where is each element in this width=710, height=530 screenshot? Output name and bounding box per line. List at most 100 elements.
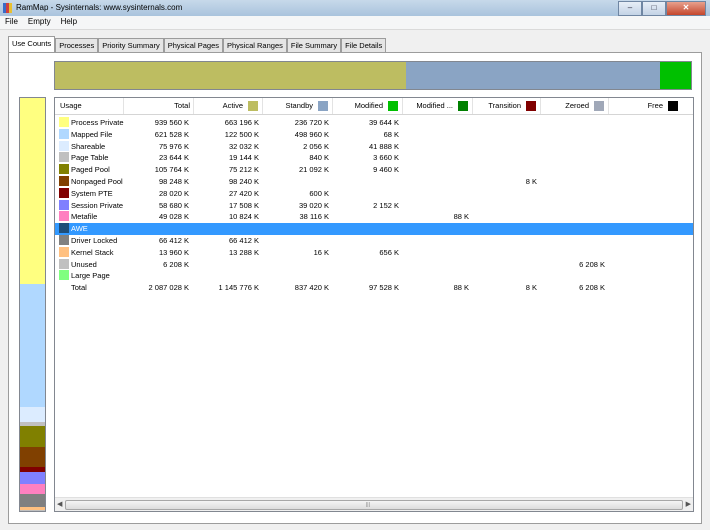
- value-cell: 21 092 K: [298, 165, 329, 175]
- usage-label: Process Private: [71, 118, 124, 127]
- usage-label: System PTE: [71, 188, 113, 198]
- value-cell: 9 460 K: [373, 165, 399, 175]
- usage-label: Metafile: [71, 212, 98, 222]
- column-color-swatch: [526, 101, 536, 111]
- table-row[interactable]: Session Private 58 680 K 17 508 K 39 020 K 2…: [55, 199, 693, 212]
- column-color-swatch: [318, 101, 328, 111]
- usage-label: Large Page: [71, 271, 110, 281]
- table-row[interactable]: Total 2 087 028 K 1 145 776 K 837 420 K 97 5…: [55, 282, 693, 294]
- value-cell: 2 152 K: [373, 200, 399, 210]
- value-cell: 38 116 K: [299, 212, 329, 222]
- value-cell: 97 528 K: [368, 283, 399, 293]
- value-cell: 840 K: [309, 153, 329, 163]
- column-header[interactable]: Standby: [285, 101, 313, 110]
- table-row[interactable]: Page Table 23 644 K 19 144 K 840 K 3 660 K: [55, 152, 693, 164]
- value-cell: 2 056 K: [303, 141, 329, 151]
- value-cell: 28 020 K: [158, 188, 189, 198]
- table-row[interactable]: System PTE 28 020 K 27 420 K 600 K: [55, 187, 693, 200]
- column-header[interactable]: Zeroed: [565, 101, 589, 110]
- menu-empty[interactable]: Empty: [23, 16, 56, 29]
- column-header[interactable]: Modified: [355, 101, 383, 110]
- maximize-button[interactable]: □: [642, 1, 666, 16]
- use-counts-table[interactable]: Usage Total Active Standby Modified Modified …: [54, 97, 694, 512]
- column-divider: [332, 98, 333, 114]
- tab-physical-ranges[interactable]: Physical Ranges: [223, 38, 287, 52]
- value-cell: 837 420 K: [294, 283, 329, 293]
- usage-color-swatch: [59, 128, 69, 139]
- menu-help[interactable]: Help: [56, 16, 82, 29]
- usage-label: Paged Pool: [71, 165, 110, 175]
- value-cell: 8 K: [525, 283, 537, 293]
- value-cell: 41 888 K: [368, 141, 399, 151]
- horizontal-scrollbar[interactable]: ◀ ||| ▶: [55, 497, 693, 511]
- column-header[interactable]: Free: [648, 101, 663, 110]
- value-cell: 27 420 K: [228, 188, 259, 198]
- column-color-swatch: [388, 101, 398, 111]
- scroll-thumb[interactable]: |||: [65, 500, 683, 510]
- column-divider: [262, 98, 263, 114]
- column-header[interactable]: Total: [174, 101, 190, 110]
- value-cell: 16 K: [313, 247, 329, 257]
- value-cell: 68 K: [383, 129, 399, 139]
- value-cell: 13 960 K: [158, 247, 189, 257]
- tab-processes[interactable]: Processes: [55, 38, 99, 52]
- memory-bar-segment: [55, 62, 407, 89]
- menu-file[interactable]: File: [0, 16, 23, 29]
- column-header[interactable]: Modified ...: [416, 101, 453, 110]
- table-row[interactable]: Unused 6 208 K 6 208 K: [55, 258, 693, 271]
- column-divider: [608, 98, 609, 114]
- usage-bar-segment: [20, 447, 45, 467]
- usage-color-swatch: [59, 140, 69, 151]
- value-cell: 498 960 K: [294, 129, 329, 139]
- value-cell: 122 500 K: [224, 129, 259, 139]
- usage-bar-segment: [20, 426, 45, 448]
- table-row[interactable]: AWE: [55, 223, 693, 235]
- usage-color-swatch: [59, 246, 69, 257]
- table-row[interactable]: Paged Pool 105 764 K 75 212 K 21 092 K 9 460…: [55, 164, 693, 176]
- value-cell: 58 680 K: [158, 200, 189, 210]
- minimize-button[interactable]: –: [618, 1, 642, 16]
- column-header[interactable]: Active: [223, 101, 243, 110]
- value-cell: 6 208 K: [579, 259, 605, 269]
- usage-label: Session Private: [71, 200, 124, 210]
- tab-use-counts[interactable]: Use Counts: [8, 36, 56, 52]
- usage-bar-segment: [20, 406, 45, 422]
- value-cell: 10 824 K: [228, 212, 259, 222]
- value-cell: 98 248 K: [158, 177, 189, 186]
- usage-color-swatch: [59, 117, 69, 127]
- value-cell: 49 028 K: [158, 212, 189, 222]
- value-cell: 939 560 K: [154, 118, 189, 127]
- tab-file-summary[interactable]: File Summary: [286, 38, 342, 52]
- table-row[interactable]: Shareable 75 976 K 32 032 K 2 056 K 41 888 K: [55, 140, 693, 153]
- table-row[interactable]: Nonpaged Pool 98 248 K 98 240 K 8 K: [55, 176, 693, 188]
- tab-file-details[interactable]: File Details: [341, 38, 387, 52]
- table-row[interactable]: Driver Locked 66 412 K 66 412 K: [55, 235, 693, 247]
- column-color-swatch: [594, 101, 604, 111]
- usage-label: Total: [71, 283, 87, 293]
- usage-color-swatch: [59, 258, 69, 269]
- tab-strip: Use Counts Processes Priority Summary Ph…: [8, 36, 387, 52]
- value-cell: 6 208 K: [579, 283, 605, 293]
- scroll-right-icon[interactable]: ▶: [686, 500, 691, 508]
- tab-physical-pages[interactable]: Physical Pages: [163, 38, 223, 52]
- scroll-left-icon[interactable]: ◀: [57, 500, 62, 508]
- usage-color-swatch: [59, 164, 69, 175]
- table-row[interactable]: Kernel Stack 13 960 K 13 288 K 16 K 656 K: [55, 246, 693, 259]
- value-cell: 105 764 K: [154, 165, 189, 175]
- column-header[interactable]: Transition: [488, 101, 521, 110]
- title-bar[interactable]: RamMap - Sysinternals: www.sysinternals.…: [0, 0, 710, 17]
- table-row[interactable]: Metafile 49 028 K 10 824 K 38 116 K 88 K: [55, 211, 693, 223]
- table-row[interactable]: Process Private 939 560 K 663 196 K 236 720…: [55, 117, 693, 129]
- value-cell: 13 288 K: [228, 247, 259, 257]
- column-color-swatch: [668, 101, 678, 111]
- column-header[interactable]: Usage: [60, 101, 82, 110]
- value-cell: 88 K: [453, 283, 469, 293]
- table-row[interactable]: Mapped File 621 528 K 122 500 K 498 960 K 68…: [55, 128, 693, 141]
- close-button[interactable]: ✕: [666, 1, 706, 16]
- value-cell: 8 K: [525, 177, 537, 186]
- value-cell: 663 196 K: [224, 118, 259, 127]
- tab-priority-summary[interactable]: Priority Summary: [98, 38, 164, 52]
- value-cell: 75 976 K: [158, 141, 189, 151]
- table-row[interactable]: Large Page: [55, 270, 693, 282]
- rammap-app-icon: [3, 3, 13, 13]
